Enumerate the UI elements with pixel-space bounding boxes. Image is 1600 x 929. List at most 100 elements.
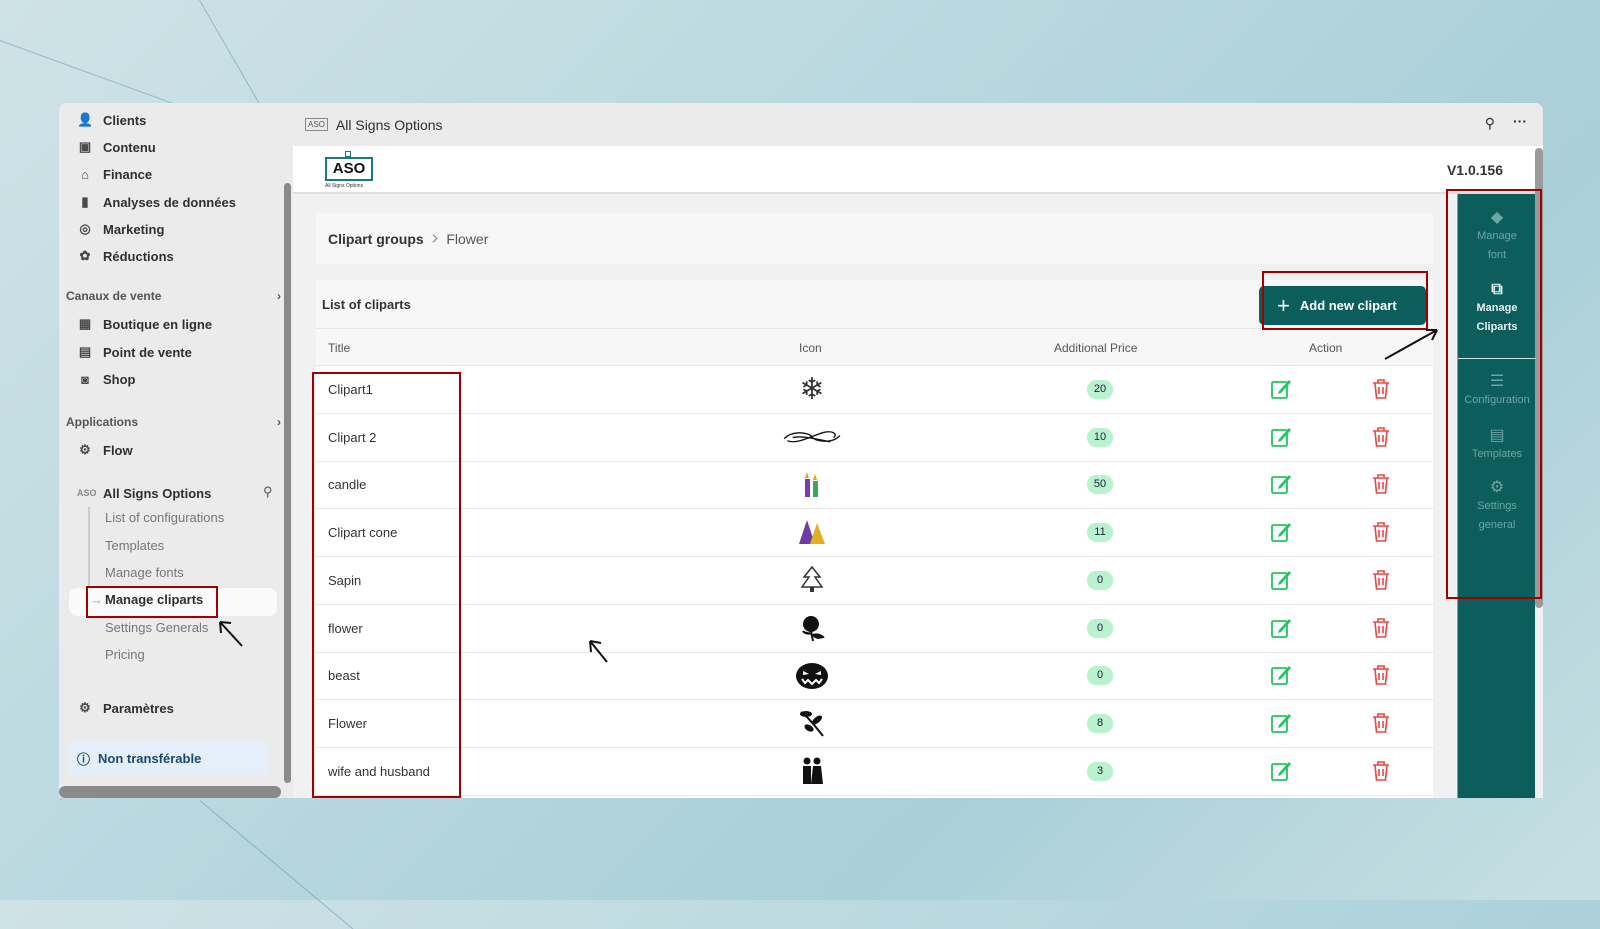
edit-icon[interactable] [1270, 426, 1292, 448]
subitem-manage-fonts[interactable]: Manage fonts [105, 565, 184, 580]
edit-icon[interactable] [1270, 712, 1292, 734]
label: Clients [103, 112, 147, 128]
label: Manage [1476, 302, 1518, 314]
price-badge: 10 [1087, 427, 1113, 447]
sidebar-horizontal-scrollbar[interactable] [59, 786, 281, 798]
clipart-title: Clipart1 [328, 382, 373, 397]
edit-icon[interactable] [1270, 378, 1292, 400]
sidebar-item-analyses[interactable]: ▮ Analyses de données [77, 191, 236, 213]
right-panel-item-settings-general[interactable]: ⚙ Settings general [1458, 478, 1536, 535]
edit-icon[interactable] [1270, 664, 1292, 686]
app-right-panel: ◆ Manage font ⧉ Manage Cliparts ☰ Configuration… [1457, 194, 1536, 798]
clipart-list-card: List of cliparts + Add new clipart Title … [316, 280, 1433, 798]
table-row: Clipart cone 11 [316, 509, 1433, 558]
sales-channels-section[interactable]: Canaux de vente › [66, 289, 281, 303]
delete-icon[interactable] [1370, 617, 1392, 639]
delete-icon[interactable] [1370, 473, 1392, 495]
rose-icon [782, 611, 842, 645]
price-badge: 0 [1087, 618, 1113, 638]
right-panel-item-manage-font[interactable]: ◆ Manage font [1458, 208, 1536, 265]
shop-icon: ◙ [81, 371, 89, 387]
edit-icon[interactable] [1270, 569, 1292, 591]
main-area: ASO All Signs Options ⚲ ··· ASO All Sign… [293, 103, 1543, 798]
column-action: Action [1309, 341, 1343, 355]
bank-icon: ⌂ [81, 166, 89, 182]
sidebar-item-contenu[interactable]: ▣ Contenu [77, 136, 156, 158]
clipart-title: Sapin [328, 572, 362, 588]
sliders-icon: ☰ [1489, 373, 1505, 390]
info-icon: ⓘ [77, 751, 91, 767]
right-panel-item-configuration[interactable]: ☰ Configuration [1458, 372, 1536, 410]
sidebar-item-reductions[interactable]: ✿ Réductions [77, 245, 174, 267]
delete-icon[interactable] [1370, 760, 1392, 782]
party-hats-icon [782, 515, 842, 549]
table-row: Flower 8 [316, 700, 1433, 748]
delete-icon[interactable] [1370, 426, 1392, 448]
subitem-settings-generals[interactable]: Settings Generals [105, 620, 208, 635]
pin-icon[interactable]: ⚲ [1485, 115, 1495, 132]
sidebar-item-boutique[interactable]: ▦ Boutique en ligne [77, 313, 212, 335]
sidebar-scrollbar[interactable] [284, 183, 291, 783]
background-line [199, 800, 354, 929]
table-row: candle 50 [316, 461, 1433, 510]
price-badge: 20 [1087, 380, 1113, 399]
button-label: Add new clipart [1299, 298, 1397, 313]
subitem-templates[interactable]: Templates [105, 538, 164, 553]
pin-icon[interactable]: ⚲ [263, 484, 273, 500]
delete-icon[interactable] [1370, 712, 1392, 734]
section-label: Canaux de vente [66, 289, 162, 303]
store-icon: ▦ [78, 316, 92, 331]
clipart-title: Flower [328, 715, 368, 731]
edit-icon[interactable] [1270, 617, 1292, 639]
label: Analyses de données [103, 194, 236, 210]
template-icon: ▤ [1489, 427, 1505, 444]
app-title: All Signs Options [335, 116, 443, 133]
price-badge: 3 [1087, 761, 1113, 781]
more-options-icon[interactable]: ··· [1513, 113, 1527, 129]
main-scrollbar[interactable] [1535, 148, 1543, 608]
delete-icon[interactable] [1370, 664, 1392, 686]
table-row: Clipart 2 10 [316, 414, 1433, 462]
delete-icon[interactable] [1370, 378, 1392, 400]
version-label: V1.0.156 [1446, 162, 1503, 178]
sidebar-item-point-de-vente[interactable]: ▤ Point de vente [77, 341, 192, 363]
sidebar-item-finance[interactable]: ⌂ Finance [77, 163, 152, 185]
clipart-title: beast [328, 668, 360, 684]
sidebar-item-all-signs-options[interactable]: ASO All Signs Options [77, 482, 211, 504]
section-label: Applications [66, 415, 139, 429]
price-badge: 0 [1087, 666, 1113, 686]
column-icon: Icon [799, 341, 822, 355]
font-icon: ◆ [1490, 209, 1504, 226]
app-icon: ASO [77, 488, 97, 498]
delete-icon[interactable] [1370, 521, 1392, 543]
clipart-title: candle [328, 477, 367, 493]
clipart-title: Clipart cone [328, 525, 398, 541]
sidebar-item-flow[interactable]: ⚙ Flow [77, 439, 132, 461]
sidebar-item-parametres[interactable]: ⚙ Paramètres [77, 697, 174, 719]
table-row: Clipart1 ❄ 20 [316, 366, 1433, 414]
label: Paramètres [103, 700, 174, 716]
right-panel-item-templates[interactable]: ▤ Templates [1458, 426, 1536, 464]
subitem-manage-cliparts[interactable]: Manage cliparts [105, 592, 203, 607]
sidebar-item-clients[interactable]: 👤 Clients [77, 109, 146, 131]
sidebar-item-shop[interactable]: ◙ Shop [77, 368, 135, 390]
edit-icon[interactable] [1270, 760, 1292, 782]
edit-icon[interactable] [1270, 473, 1292, 495]
subitem-pricing[interactable]: Pricing [105, 647, 145, 662]
table-row: wife and husband 3 [316, 748, 1433, 796]
breadcrumb-parent[interactable]: Clipart groups [328, 231, 424, 247]
delete-icon[interactable] [1370, 569, 1392, 591]
edit-icon[interactable] [1270, 521, 1292, 543]
label: general [1478, 519, 1516, 531]
subitem-list-of-configurations[interactable]: List of configurations [105, 510, 224, 525]
divider [1458, 358, 1536, 359]
candles-icon [782, 467, 842, 501]
clipart-title: flower [328, 620, 363, 636]
sidebar-item-marketing[interactable]: ◎ Marketing [77, 218, 164, 240]
card-header: List of cliparts + Add new clipart [316, 280, 1433, 329]
right-panel-item-manage-cliparts[interactable]: ⧉ Manage Cliparts [1458, 280, 1536, 337]
applications-section[interactable]: Applications › [66, 415, 281, 429]
add-new-clipart-button[interactable]: + Add new clipart [1259, 286, 1426, 325]
label: Manage [1477, 230, 1517, 242]
label: Réductions [103, 248, 174, 264]
